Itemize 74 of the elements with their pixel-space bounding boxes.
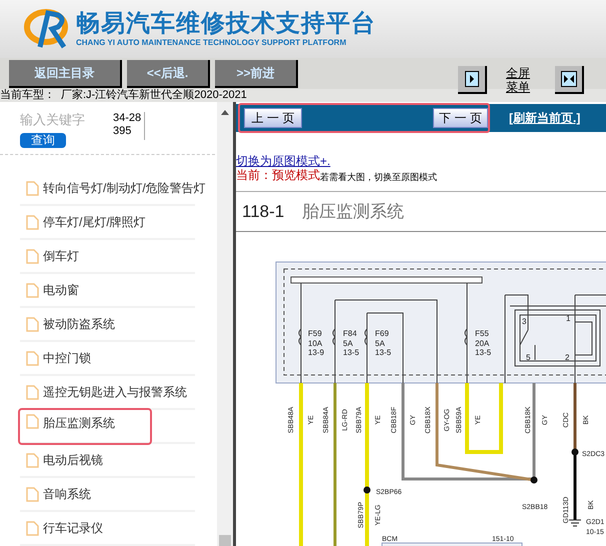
document-icon (26, 384, 39, 400)
scrollbar[interactable] (217, 102, 233, 546)
nav-button[interactable]: <<后退. (127, 60, 210, 88)
sidebar-item[interactable]: 中控门锁 (20, 342, 91, 374)
keyword-placeholder-text: 输入关键字 (20, 112, 86, 128)
keyword-field[interactable]: 34-28395 (113, 112, 145, 140)
sidebar-item[interactable]: 倒车灯 (20, 240, 79, 272)
sidebar-item-label: 停车灯/尾灯/牌照灯 (43, 214, 146, 231)
diagram-label: 1 (566, 314, 570, 323)
sidebar-item-label: 胎压监测系统 (43, 414, 115, 432)
next-page-button[interactable]: 下 一 页 (433, 108, 488, 128)
sidebar-item[interactable]: 被动防盗系统 (20, 308, 115, 340)
nav-button[interactable]: >>前进 (215, 60, 298, 88)
document-icon (26, 248, 39, 264)
car-model-label: 当前车型： (0, 89, 55, 102)
mode-hint-text: 若需看大图，切换至原图模式 (320, 170, 437, 184)
sidebar-item[interactable]: 行车记录仪 (20, 512, 103, 544)
document-icon (26, 486, 39, 502)
expand-toggle-button[interactable] (458, 66, 487, 94)
diagram-label: F84 (343, 329, 357, 338)
refresh-page-link[interactable]: [刷新当前页.] (509, 109, 580, 127)
sidebar-item-label: 倒车灯 (43, 248, 79, 265)
diagram-label: F55 (475, 329, 489, 338)
sidebar-item-label: 电动后视镜 (43, 452, 103, 469)
document-icon (26, 282, 39, 298)
site-subtitle: CHANG YI AUTO MAINTENANCE TECHNOLOGY SUPPORT PLATFORM (76, 38, 348, 48)
up-arrow-icon (221, 110, 229, 115)
diagram-label: 13-5 (475, 348, 492, 357)
diagram-label: 13-5 (343, 348, 360, 357)
diagram-label: 5A (375, 339, 385, 348)
arrows-icon (560, 71, 576, 87)
document-icon (26, 414, 39, 428)
page-number: 118-1 (242, 200, 284, 223)
sidebar-item-label: 遥控无钥匙进入与报警系统 (43, 384, 187, 401)
diagram-label: 20A (475, 339, 490, 348)
sidebar-item[interactable]: 电动窗 (20, 274, 79, 306)
nav-button[interactable]: 返回主目录 (9, 60, 122, 88)
sidebar-item[interactable]: 胎压监测系统 (20, 410, 150, 442)
diagram-label: 13-5 (375, 348, 392, 357)
sidebar-item-label: 行车记录仪 (43, 520, 103, 537)
document-icon (26, 520, 39, 536)
diagram-label: 5A (343, 339, 353, 348)
current-mode-text: 当前：预览模式 (236, 167, 320, 184)
scrollbar-thumb[interactable] (219, 535, 231, 546)
sidebar-item-label: 被动防盗系统 (43, 316, 115, 333)
original-mode-link[interactable]: 切换为原图模式+. (236, 154, 330, 168)
sidebar-item[interactable]: 转向信号灯/制动灯/危险警告灯 (20, 172, 206, 204)
sidebar-item[interactable]: 遥控无钥匙进入与报警系统 (20, 376, 187, 408)
sidebar-item-label: 电动窗 (43, 282, 79, 299)
sidebar-item-label: 音响系统 (43, 486, 91, 503)
diagram-label: F59 (308, 329, 322, 338)
fullscreen-menu-link[interactable]: 全屏菜单 (506, 66, 532, 94)
search-button[interactable]: 查询 (20, 133, 66, 148)
sidebar-item[interactable]: 音响系统 (20, 478, 91, 510)
diagram-label: 10A (308, 339, 322, 348)
document-icon (26, 350, 39, 366)
car-model-text: 厂家:J-江铃汽车新世代全顺2020-2021 (61, 89, 247, 102)
site-title: 畅易汽车维修技术支持平台 (76, 10, 376, 38)
sidebar-item[interactable]: 停车灯/尾灯/牌照灯 (20, 206, 146, 238)
diagram-label: 13-9 (308, 348, 324, 357)
page-title: 胎压监测系统 (302, 200, 404, 223)
document-icon (26, 214, 39, 230)
document-icon (26, 452, 39, 468)
document-icon (26, 180, 39, 196)
previous-page-button[interactable]: 上 一 页 (244, 108, 302, 128)
collapse-toggle-button[interactable] (555, 66, 584, 94)
diagram-label: F69 (375, 329, 389, 338)
document-icon (26, 316, 39, 332)
diagram-label: 5 (526, 353, 530, 362)
sidebar-item[interactable]: 电动后视镜 (20, 444, 103, 476)
sidebar-item-label: 中控门锁 (43, 350, 91, 367)
diagram-label: 3 (522, 317, 526, 326)
diagram-label: 2 (565, 353, 570, 362)
sidebar-item-label: 转向信号灯/制动灯/危险警告灯 (43, 180, 206, 197)
